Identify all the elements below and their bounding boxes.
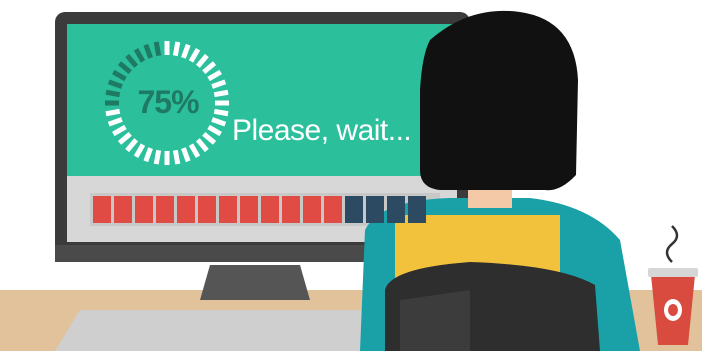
progress-segment-filled <box>219 196 237 223</box>
steam-icon <box>665 225 679 263</box>
progress-segment-empty <box>366 196 384 223</box>
coffee-cup-lid <box>648 268 698 277</box>
spinner-tick <box>153 41 162 57</box>
progress-segment-empty <box>387 196 405 223</box>
progress-segment-filled <box>156 196 174 223</box>
progress-segment-filled <box>114 196 132 223</box>
progress-segment-filled <box>240 196 258 223</box>
progress-segment-filled <box>177 196 195 223</box>
progress-segment-filled <box>198 196 216 223</box>
progress-segment-empty <box>345 196 363 223</box>
hair <box>420 10 578 191</box>
monitor-stand <box>200 265 310 300</box>
illustration-scene: 75% Please, wait... <box>0 0 702 351</box>
loading-message: Please, wait... <box>232 114 412 147</box>
progress-segment-filled <box>303 196 321 223</box>
progress-segment-filled <box>261 196 279 223</box>
keyboard <box>55 310 395 351</box>
spinner-tick <box>172 41 181 57</box>
progress-segment-filled <box>135 196 153 223</box>
progress-segment-filled <box>324 196 342 223</box>
progress-segment-filled <box>282 196 300 223</box>
percent-label: 75% <box>137 84 199 120</box>
spinner-tick <box>153 149 162 165</box>
spinner-tick <box>172 149 181 165</box>
progress-segment-filled <box>93 196 111 223</box>
chair-panel <box>400 290 470 351</box>
scene-illustration <box>0 10 702 351</box>
progress-segment-empty <box>408 196 426 223</box>
